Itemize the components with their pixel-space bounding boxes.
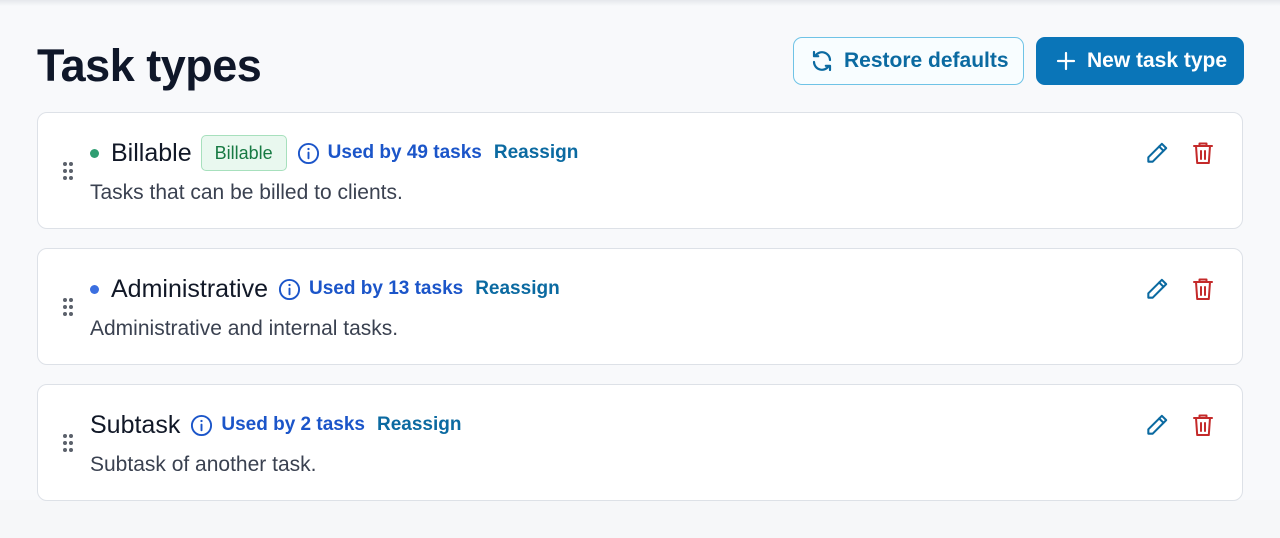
drag-handle-icon[interactable] (62, 297, 74, 317)
reassign-link[interactable]: Reassign (494, 142, 578, 164)
task-type-name: Subtask (90, 410, 181, 439)
billable-badge: Billable (200, 135, 287, 171)
info-icon (191, 414, 213, 436)
task-type-name: Administrative (111, 274, 268, 303)
info-icon (297, 142, 319, 164)
task-type-header: Subtask Used by 2 tasks Reassign (90, 407, 461, 443)
task-type-card-billable: Billable Billable Used by 49 tasks Reass… (37, 112, 1243, 229)
color-dot (90, 284, 99, 294)
info-icon (278, 278, 301, 300)
reassign-link[interactable]: Reassign (475, 278, 559, 300)
trash-icon[interactable] (1191, 140, 1215, 166)
task-type-name: Billable (111, 138, 192, 167)
drag-handle-icon[interactable] (62, 433, 74, 453)
trash-icon[interactable] (1191, 412, 1215, 438)
task-type-header: Administrative Used by 13 tasks Reassign (90, 271, 560, 307)
usage-info[interactable]: Used by 2 tasks (190, 414, 365, 437)
trash-icon[interactable] (1191, 276, 1215, 302)
pencil-icon[interactable] (1144, 276, 1170, 302)
color-dot (90, 148, 99, 158)
new-task-type-button[interactable]: New task type (1036, 37, 1244, 85)
task-type-description: Tasks that can be billed to clients. (90, 181, 403, 204)
task-types-page: Task types Restore defaults New task typ… (0, 0, 1280, 501)
refresh-icon (812, 50, 832, 72)
reassign-link[interactable]: Reassign (377, 414, 461, 436)
drag-handle-icon[interactable] (62, 161, 74, 181)
top-shadow (0, 0, 1280, 6)
plus-icon (1056, 51, 1076, 71)
usage-count: Used by 49 tasks (327, 142, 482, 163)
restore-defaults-label: Restore defaults (844, 49, 1009, 72)
new-task-type-label: New task type (1087, 49, 1228, 72)
restore-defaults-button[interactable]: Restore defaults (793, 37, 1024, 85)
task-type-header: Billable Billable Used by 49 tasks Reass… (90, 135, 578, 171)
task-type-description: Administrative and internal tasks. (90, 317, 399, 340)
usage-info[interactable]: Used by 13 tasks (278, 278, 463, 301)
usage-count: Used by 13 tasks (309, 278, 464, 299)
task-type-card-subtask: Subtask Used by 2 tasks Reassign Subtask… (37, 384, 1243, 501)
page-title: Task types (37, 40, 262, 91)
usage-info[interactable]: Used by 49 tasks (297, 142, 482, 165)
pencil-icon[interactable] (1144, 412, 1170, 438)
usage-count: Used by 2 tasks (221, 414, 365, 435)
task-type-card-administrative: Administrative Used by 13 tasks Reassign… (37, 248, 1243, 365)
task-type-description: Subtask of another task. (90, 453, 317, 476)
pencil-icon[interactable] (1144, 140, 1170, 166)
